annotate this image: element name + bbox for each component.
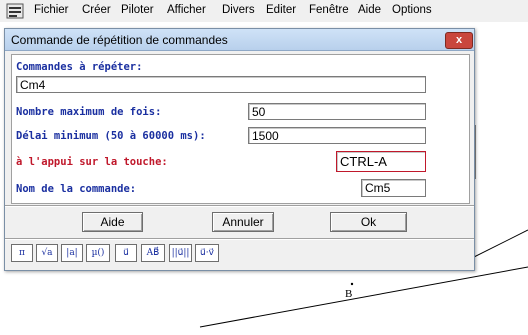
key-label: à l'appui sur la touche: <box>16 156 168 168</box>
vector-u-button[interactable]: u⃗ <box>115 244 137 262</box>
mu-symbol-button[interactable]: µ() <box>86 244 110 262</box>
max-times-label: Nombre maximum de fois: <box>16 106 162 118</box>
menu-divers[interactable]: Divers <box>222 4 255 16</box>
symbol-toolbar: π √a |a| µ() u⃗ AB⃗ ||u⃗|| u⃗·v⃗ <box>11 244 468 264</box>
sqrt-symbol-button[interactable]: √a <box>36 244 58 262</box>
help-button[interactable]: Aide <box>82 212 143 232</box>
menu-creer[interactable]: Créer <box>82 4 111 16</box>
min-delay-input[interactable]: 1500 <box>248 127 426 144</box>
command-name-label: Nom de la commande: <box>16 183 137 195</box>
divider <box>5 238 474 240</box>
key-input[interactable]: CTRL-A <box>336 151 426 172</box>
dialog-titlebar[interactable]: Commande de répétition de commandes x <box>5 29 474 51</box>
vector-ab-button[interactable]: AB⃗ <box>141 244 165 262</box>
commands-input[interactable]: Cm4 <box>16 76 426 93</box>
point-label: B <box>345 288 353 300</box>
close-icon: x <box>455 34 463 46</box>
menu-options[interactable]: Options <box>392 4 432 16</box>
menu-piloter[interactable]: Piloter <box>121 4 154 16</box>
app-icon <box>6 3 24 19</box>
repeat-commands-dialog: Commande de répétition de commandes x Co… <box>4 28 475 271</box>
point-b <box>350 282 354 286</box>
menu-aide[interactable]: Aide <box>358 4 381 16</box>
dot-product-button[interactable]: u⃗·v⃗ <box>195 244 219 262</box>
ok-button[interactable]: Ok <box>330 212 407 232</box>
commands-label: Commandes à répéter: <box>16 61 143 73</box>
min-delay-label: Délai minimum (50 à 60000 ms): <box>16 130 206 142</box>
max-times-input[interactable]: 50 <box>248 103 426 120</box>
line-segment <box>199 266 528 328</box>
close-button[interactable]: x <box>445 32 473 49</box>
pi-symbol-button[interactable]: π <box>11 244 33 262</box>
menu-editer[interactable]: Editer <box>266 4 296 16</box>
abs-symbol-button[interactable]: |a| <box>61 244 83 262</box>
cancel-button[interactable]: Annuler <box>212 212 274 232</box>
menu-fenetre[interactable]: Fenêtre <box>309 4 349 16</box>
dialog-title: Commande de répétition de commandes <box>11 33 228 47</box>
menu-bar: Fichier Créer Piloter Afficher Divers Ed… <box>0 0 528 23</box>
divider <box>5 205 474 207</box>
form-area: Commandes à répéter: Cm4 Nombre maximum … <box>11 54 470 204</box>
line-segment <box>469 229 528 260</box>
command-name-input[interactable]: Cm5 <box>361 179 426 197</box>
menu-fichier[interactable]: Fichier <box>34 4 69 16</box>
norm-symbol-button[interactable]: ||u⃗|| <box>169 244 192 262</box>
menu-afficher[interactable]: Afficher <box>167 4 206 16</box>
